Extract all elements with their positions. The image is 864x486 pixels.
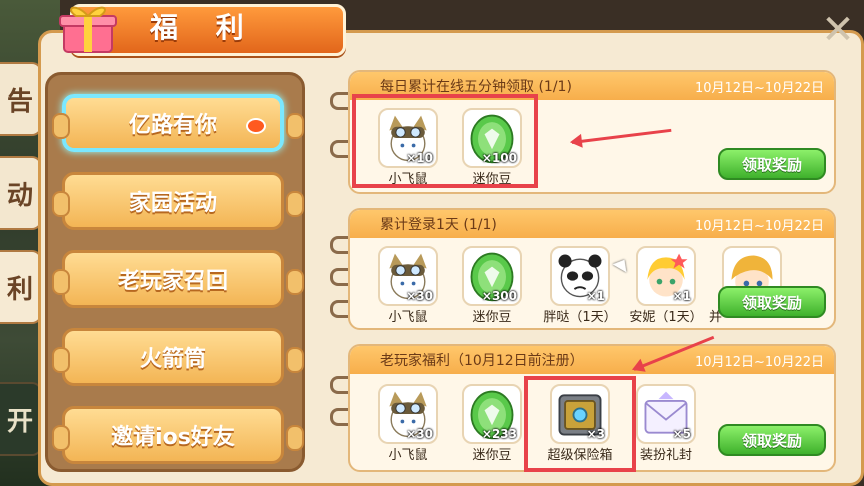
card-title: 老玩家福利（10月12日前注册） — [380, 353, 584, 369]
nav-knob — [286, 425, 304, 451]
claim-reward-button[interactable]: 领取奖励 — [718, 148, 826, 180]
nav-item-old-player[interactable]: 老玩家召回 — [62, 250, 284, 308]
card-date: 10月12日~10月22日 — [694, 80, 824, 96]
reward-item-icon[interactable]: ×300 — [462, 246, 522, 306]
nav-knob — [52, 425, 70, 451]
item-name: 迷你豆 — [472, 310, 512, 325]
card-title: 累计登录1天 (1/1) — [380, 217, 497, 233]
side-tab-announce[interactable]: 告 — [0, 62, 42, 136]
nav-item-label: 家园活动 — [128, 191, 217, 216]
side-tab-label: 告 — [6, 86, 33, 117]
nav-knob — [286, 269, 304, 295]
item-qty: ×30 — [406, 289, 433, 303]
nav-item-label: 亿路有你 — [128, 113, 217, 138]
claim-reward-button[interactable]: 领取奖励 — [718, 424, 826, 456]
item-qty: ×300 — [481, 289, 517, 303]
card-date: 10月12日~10月22日 — [694, 354, 824, 370]
highlight-box — [352, 94, 538, 188]
card-title: 每日累计在线五分钟领取 (1/1) — [380, 79, 572, 95]
item-name: 小飞鼠 — [388, 310, 428, 325]
nav-item-home-activity[interactable]: 家园活动 — [62, 172, 284, 230]
nav-item-yilu[interactable]: 亿路有你 — [62, 94, 284, 152]
highlight-box — [524, 376, 636, 472]
nav-knob — [52, 347, 70, 373]
item-name: 小飞鼠 — [388, 448, 428, 463]
reward-item-icon[interactable]: ×1 — [550, 246, 610, 306]
item-name: 装扮礼封 — [639, 448, 692, 463]
notification-dot-icon — [246, 118, 266, 134]
page-title: 福 利 — [150, 11, 258, 44]
item-qty: ×233 — [481, 427, 517, 441]
nav-knob — [286, 113, 304, 139]
claim-reward-button[interactable]: 领取奖励 — [718, 286, 826, 318]
card-header: 老玩家福利（10月12日前注册） 10月12日~10月22日 — [350, 346, 834, 374]
nav-knob — [52, 269, 70, 295]
nav-knob — [286, 191, 304, 217]
reward-item-icon[interactable]: ×30 — [378, 384, 438, 444]
nav-knob — [52, 113, 70, 139]
side-tab-welfare[interactable]: 利 — [0, 250, 42, 324]
nav-item-label: 火箭筒 — [139, 347, 206, 372]
side-tab-label: 动 — [6, 180, 33, 211]
item-qty: ×5 — [672, 427, 691, 441]
gift-box-icon — [59, 6, 117, 53]
side-tab-label: 利 — [6, 274, 33, 305]
card-date: 10月12日~10月22日 — [694, 218, 824, 234]
reward-item-icon[interactable]: ×233 — [462, 384, 522, 444]
side-tab-label: 开 — [6, 406, 33, 437]
nav-item-label: 老玩家召回 — [117, 269, 228, 294]
nav-item-invite-ios[interactable]: 邀请ios好友 — [62, 406, 284, 464]
item-name: 并 — [708, 310, 722, 325]
nav-item-rocket[interactable]: 火箭筒 — [62, 328, 284, 386]
nav-knob — [286, 347, 304, 373]
close-icon[interactable]: ✕ — [818, 7, 858, 53]
reward-item-icon[interactable]: ×1 — [636, 246, 696, 306]
item-name: 胖哒（1天） — [543, 310, 617, 325]
nav-item-label: 邀请ios好友 — [111, 425, 235, 450]
item-qty: ×30 — [406, 427, 433, 441]
side-tab-activity[interactable]: 动 — [0, 156, 42, 230]
nav-knob — [52, 191, 70, 217]
reward-item-icon[interactable]: ×30 — [378, 246, 438, 306]
item-name: 迷你豆 — [472, 448, 512, 463]
card-header: 累计登录1天 (1/1) 10月12日~10月22日 — [350, 210, 834, 238]
item-qty: ×1 — [586, 289, 605, 303]
reward-item-icon[interactable]: ×5 — [636, 384, 696, 444]
item-qty: ×1 — [672, 289, 691, 303]
side-tab-open[interactable]: 开 — [0, 382, 42, 456]
